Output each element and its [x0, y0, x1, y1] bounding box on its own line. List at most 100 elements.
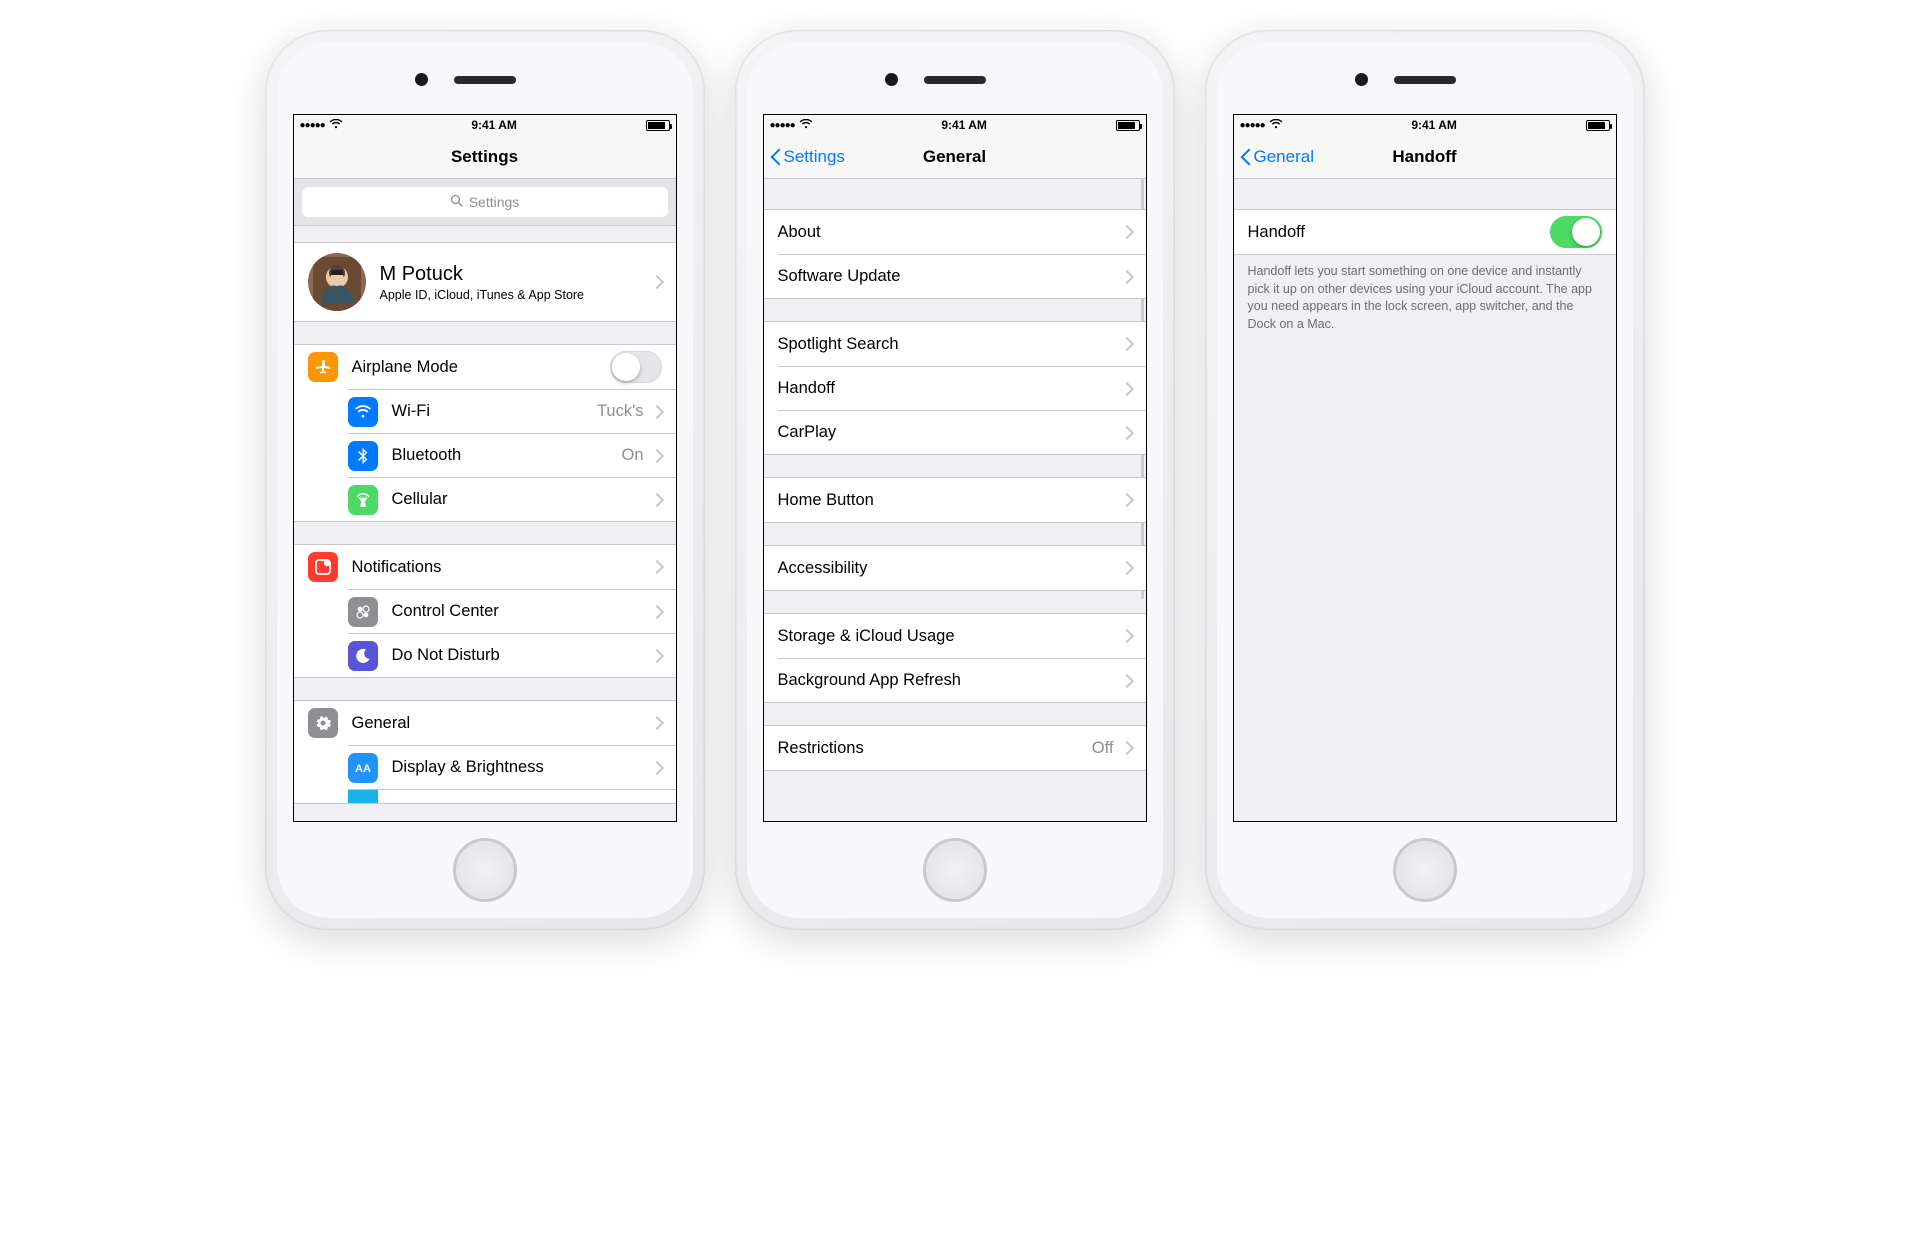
chevron-right-icon	[1119, 225, 1133, 239]
chevron-right-icon	[649, 716, 663, 730]
earpiece-speaker	[924, 76, 986, 84]
apple-id-row[interactable]: M Potuck Apple ID, iCloud, iTunes & App …	[294, 243, 676, 321]
gear-icon	[308, 708, 338, 738]
cellular-icon	[348, 485, 378, 515]
moon-icon	[348, 641, 378, 671]
notifications-row[interactable]: Notifications	[294, 545, 676, 589]
battery-icon	[1586, 120, 1610, 131]
home-button[interactable]	[453, 838, 517, 902]
wifi-row[interactable]: Wi-Fi Tuck's	[348, 389, 676, 433]
wifi-label: Wi-Fi	[392, 402, 597, 421]
home-button[interactable]	[1393, 838, 1457, 902]
cellular-label: Cellular	[392, 490, 652, 509]
back-label: General	[1254, 147, 1314, 167]
carplay-label: CarPlay	[778, 423, 1122, 442]
bluetooth-icon	[348, 441, 378, 471]
software-update-row[interactable]: Software Update	[778, 254, 1146, 298]
back-button[interactable]: General	[1240, 135, 1314, 178]
status-bar: ●●●●● 9:41 AM	[764, 115, 1146, 135]
restrictions-value: Off	[1092, 739, 1114, 758]
home-button[interactable]	[923, 838, 987, 902]
accessibility-row[interactable]: Accessibility	[764, 546, 1146, 590]
chevron-left-icon	[770, 147, 782, 167]
search-icon	[450, 194, 463, 210]
profile-subtitle: Apple ID, iCloud, iTunes & App Store	[380, 288, 638, 302]
search-input[interactable]: Settings	[302, 187, 668, 217]
home-button-row[interactable]: Home Button	[764, 478, 1146, 522]
restrictions-row[interactable]: Restrictions Off	[764, 726, 1146, 770]
chevron-right-icon	[1119, 629, 1133, 643]
search-placeholder: Settings	[469, 194, 520, 210]
screen-general: ●●●●● 9:41 AM Settings General	[763, 114, 1147, 822]
dnd-row[interactable]: Do Not Disturb	[348, 633, 676, 677]
back-label: Settings	[784, 147, 845, 167]
spotlight-row[interactable]: Spotlight Search	[764, 322, 1146, 366]
general-row[interactable]: General	[294, 701, 676, 745]
status-bar: ●●●●● 9:41 AM	[1234, 115, 1616, 135]
about-label: About	[778, 223, 1122, 242]
chevron-right-icon	[649, 604, 663, 618]
iphone-frame-3: ●●●●● 9:41 AM General Handoff	[1205, 30, 1645, 930]
airplane-mode-label: Airplane Mode	[352, 358, 610, 377]
handoff-row[interactable]: Handoff	[778, 366, 1146, 410]
front-camera	[415, 73, 428, 86]
bg-refresh-label: Background App Refresh	[778, 671, 1122, 690]
chevron-right-icon	[649, 760, 663, 774]
status-time: 9:41 AM	[471, 118, 517, 132]
status-time: 9:41 AM	[941, 118, 987, 132]
dnd-label: Do Not Disturb	[392, 646, 652, 665]
storage-label: Storage & iCloud Usage	[778, 627, 1122, 646]
handoff-label: Handoff	[1248, 223, 1550, 242]
cellular-row[interactable]: Cellular	[348, 477, 676, 521]
airplane-mode-toggle[interactable]	[610, 351, 662, 383]
partial-row[interactable]	[348, 789, 676, 803]
status-time: 9:41 AM	[1411, 118, 1457, 132]
earpiece-speaker	[454, 76, 516, 84]
chevron-right-icon	[649, 404, 663, 418]
navbar: General Handoff	[1234, 135, 1616, 179]
handoff-toggle-row[interactable]: Handoff	[1234, 210, 1616, 254]
handoff-description: Handoff lets you start something on one …	[1234, 255, 1616, 333]
wifi-icon	[1269, 119, 1283, 132]
spotlight-label: Spotlight Search	[778, 335, 1122, 354]
chevron-right-icon	[1119, 561, 1133, 575]
software-update-label: Software Update	[778, 267, 1122, 286]
navbar: Settings	[294, 135, 676, 179]
page-title: General	[923, 147, 986, 167]
wifi-icon	[799, 119, 813, 132]
bg-refresh-row[interactable]: Background App Refresh	[778, 658, 1146, 702]
battery-icon	[646, 120, 670, 131]
screen-handoff: ●●●●● 9:41 AM General Handoff	[1233, 114, 1617, 822]
search-container: Settings	[294, 179, 676, 226]
chevron-right-icon	[649, 560, 663, 574]
bluetooth-row[interactable]: Bluetooth On	[348, 433, 676, 477]
display-label: Display & Brightness	[392, 758, 652, 777]
back-button[interactable]: Settings	[770, 135, 845, 178]
iphone-frame-1: ●●●●● 9:41 AM Settings	[265, 30, 705, 930]
chevron-left-icon	[1240, 147, 1252, 167]
bluetooth-value: On	[621, 446, 643, 465]
wifi-settings-icon	[348, 397, 378, 427]
about-row[interactable]: About	[764, 210, 1146, 254]
carplay-row[interactable]: CarPlay	[778, 410, 1146, 454]
storage-row[interactable]: Storage & iCloud Usage	[764, 614, 1146, 658]
wifi-value: Tuck's	[597, 402, 644, 421]
display-icon: AA	[348, 753, 378, 783]
handoff-toggle[interactable]	[1550, 216, 1602, 248]
handoff-label: Handoff	[778, 379, 1122, 398]
control-center-icon	[348, 597, 378, 627]
display-brightness-row[interactable]: AA Display & Brightness	[348, 745, 676, 789]
page-title: Settings	[451, 147, 518, 167]
general-label: General	[352, 714, 652, 733]
navbar: Settings General	[764, 135, 1146, 179]
control-center-label: Control Center	[392, 602, 652, 621]
notifications-label: Notifications	[352, 558, 652, 577]
status-bar: ●●●●● 9:41 AM	[294, 115, 676, 135]
signal-dots-icon: ●●●●●	[300, 120, 325, 131]
control-center-row[interactable]: Control Center	[348, 589, 676, 633]
chevron-right-icon	[649, 448, 663, 462]
airplane-mode-row[interactable]: Airplane Mode	[294, 345, 676, 389]
svg-text:AA: AA	[355, 763, 371, 775]
earpiece-speaker	[1394, 76, 1456, 84]
chevron-right-icon	[1119, 425, 1133, 439]
